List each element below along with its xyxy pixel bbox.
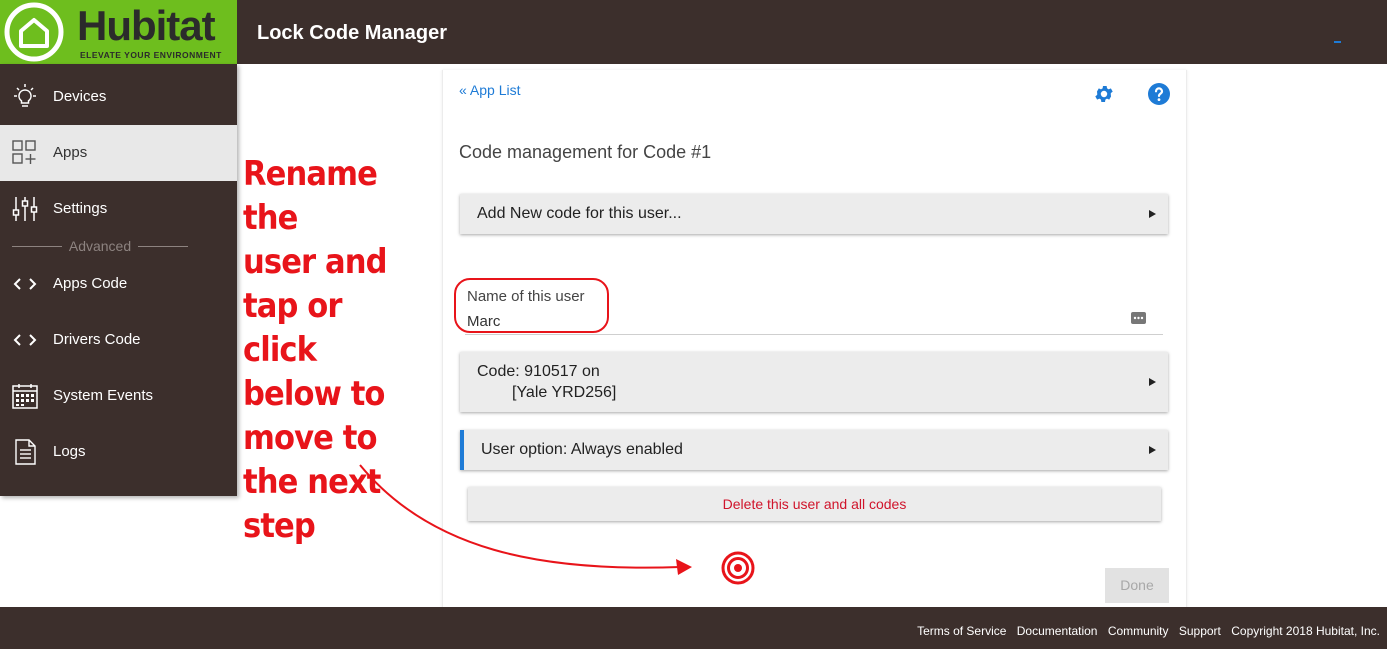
footer-links: Terms of Service Documentation Community… — [910, 624, 1380, 638]
documentation-link[interactable]: Documentation — [1017, 624, 1098, 638]
sidebar-item-label: Apps — [53, 144, 88, 161]
arrow-right-icon — [1149, 446, 1156, 454]
copyright-text: Copyright 2018 Hubitat, Inc. — [1231, 624, 1380, 638]
arrow-right-icon — [1149, 210, 1156, 218]
section-title: Code management for Code #1 — [459, 142, 712, 162]
calendar-icon — [12, 384, 38, 409]
arrow-right-icon — [1149, 378, 1156, 386]
top-bar: Hubitat ELEVATE YOUR ENVIRONMENT Lock Co… — [0, 0, 1387, 64]
document-icon — [15, 439, 36, 465]
input-options-icon[interactable] — [1131, 312, 1146, 324]
sidebar: Devices Apps Settings Advanced Apps Code… — [0, 64, 237, 496]
sidebar-item-system-events[interactable]: System Events — [0, 368, 237, 424]
community-link[interactable]: Community — [1108, 624, 1169, 638]
advanced-divider: Advanced — [12, 236, 188, 256]
app-list-link[interactable]: « App List — [459, 82, 521, 98]
add-new-code-label: Add New code for this user... — [477, 205, 682, 222]
sidebar-item-label: Logs — [53, 443, 86, 460]
annotation-line: user and — [243, 242, 388, 282]
gear-icon[interactable] — [1093, 83, 1115, 105]
sidebar-item-label: Drivers Code — [53, 331, 141, 348]
code-line-2: [Yale YRD256] — [512, 384, 617, 401]
help-icon[interactable] — [1147, 82, 1171, 106]
sidebar-item-label: System Events — [53, 387, 154, 404]
terms-of-service-link[interactable]: Terms of Service — [917, 624, 1006, 638]
footer: Terms of Service Documentation Community… — [0, 607, 1387, 649]
header-indicator — [1334, 41, 1341, 43]
sidebar-item-devices[interactable]: Devices — [0, 69, 237, 125]
hubitat-logo[interactable]: Hubitat ELEVATE YOUR ENVIRONMENT — [0, 0, 237, 64]
code-icon — [13, 278, 37, 290]
sidebar-item-settings[interactable]: Settings — [0, 181, 237, 237]
sidebar-item-drivers-code[interactable]: Drivers Code — [0, 312, 237, 368]
annotation-highlight-circle — [454, 278, 609, 333]
sidebar-item-logs[interactable]: Logs — [0, 424, 237, 480]
done-button[interactable]: Done — [1105, 568, 1169, 603]
code-icon — [13, 334, 37, 346]
sidebar-item-label: Apps Code — [53, 275, 128, 292]
annotation-arrow-icon — [359, 464, 692, 575]
sliders-icon — [12, 197, 38, 221]
logo-wordmark: Hubitat — [77, 2, 216, 49]
page-title: Lock Code Manager — [257, 22, 448, 44]
sidebar-item-apps[interactable]: Apps — [0, 125, 237, 181]
code-details-button[interactable]: Code: 910517 on [Yale YRD256] — [460, 352, 1168, 412]
annotation-line: below to — [243, 374, 385, 414]
support-link[interactable]: Support — [1179, 624, 1221, 638]
add-new-code-button[interactable]: Add New code for this user... — [460, 194, 1168, 234]
annotation-line: tap or click — [243, 286, 342, 370]
sidebar-item-label: Devices — [53, 88, 107, 105]
lightbulb-icon — [14, 84, 36, 107]
annotation-line: Rename the — [243, 154, 378, 238]
sidebar-item-label: Settings — [53, 200, 108, 217]
house-logo-icon — [4, 2, 64, 62]
logo-tagline: ELEVATE YOUR ENVIRONMENT — [80, 50, 222, 60]
code-line-1: Code: 910517 on — [477, 363, 600, 380]
apps-grid-icon — [12, 140, 36, 164]
sidebar-item-apps-code[interactable]: Apps Code — [0, 256, 237, 312]
